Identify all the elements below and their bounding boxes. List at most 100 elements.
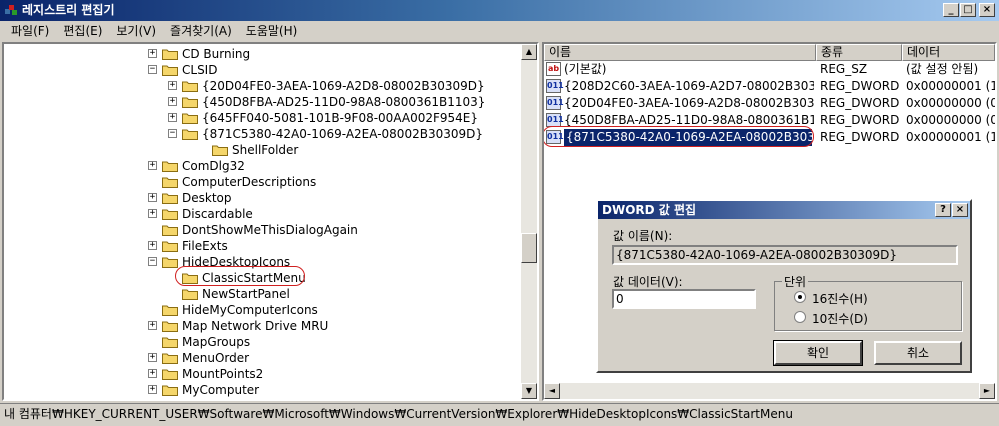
tree-node-label: {450D8FBA-AD25-11D0-98A8-0800361B1103} xyxy=(202,95,486,109)
menu-view[interactable]: 보기(V) xyxy=(109,21,163,41)
column-data[interactable]: 데이터 xyxy=(902,44,995,61)
value-type: REG_DWORD xyxy=(820,96,900,110)
tree-node[interactable]: DontShowMeThisDialogAgain xyxy=(4,222,519,238)
expand-icon[interactable]: + xyxy=(168,97,177,106)
expand-icon[interactable]: + xyxy=(148,321,157,330)
tree-node[interactable]: ComputerDescriptions xyxy=(4,174,519,190)
minimize-button[interactable]: _ xyxy=(943,3,959,17)
maximize-button[interactable]: □ xyxy=(960,3,976,17)
collapse-icon[interactable]: − xyxy=(148,257,157,266)
value-name: {20D04FE0-3AEA-1069-A2D8-08002B30309D} xyxy=(564,96,814,110)
binary-value-icon: 011 xyxy=(546,96,564,110)
cancel-button[interactable]: 취소 xyxy=(874,341,962,365)
scroll-right-button[interactable]: ► xyxy=(979,383,995,399)
value-name-field: {871C5380-42A0-1069-A2EA-08002B30309D} xyxy=(612,245,958,265)
tree-node[interactable]: + {450D8FBA-AD25-11D0-98A8-0800361B1103} xyxy=(4,94,519,110)
folder-icon xyxy=(162,225,178,236)
tree-node-label: {871C5380-42A0-1069-A2EA-08002B30309D} xyxy=(202,127,483,141)
close-button[interactable]: × xyxy=(979,3,995,17)
string-value-icon: ab xyxy=(546,62,561,76)
tree-node[interactable]: + MyComputer xyxy=(4,382,519,398)
value-data: (값 설정 안됨) xyxy=(906,62,979,76)
tree-node-label: DontShowMeThisDialogAgain xyxy=(182,223,358,237)
expand-icon[interactable]: + xyxy=(168,113,177,122)
tree-node[interactable]: + {645FF040-5081-101B-9F08-00AA002F954E} xyxy=(4,110,519,126)
column-type[interactable]: 종류 xyxy=(816,44,902,61)
expand-icon[interactable]: + xyxy=(148,385,157,394)
tree-node[interactable]: + Map Network Drive MRU xyxy=(4,318,519,334)
binary-value-icon: 011 xyxy=(546,113,564,127)
tree-node[interactable]: − {871C5380-42A0-1069-A2EA-08002B30309D} xyxy=(4,126,519,142)
tree-node[interactable]: + Discardable xyxy=(4,206,519,222)
dialog-close-button[interactable]: × xyxy=(952,203,968,217)
tree-node[interactable]: − CLSID xyxy=(4,62,519,78)
tree-node[interactable]: + FileExts xyxy=(4,238,519,254)
tree-node[interactable]: + MenuOrder xyxy=(4,350,519,366)
folder-icon xyxy=(162,337,178,348)
tree-node-label: ShellFolder xyxy=(232,143,299,157)
tree-node[interactable]: + CD Burning xyxy=(4,46,519,62)
expand-icon[interactable]: + xyxy=(148,193,157,202)
scroll-down-button[interactable]: ▼ xyxy=(521,383,537,399)
expand-icon[interactable]: + xyxy=(148,241,157,250)
collapse-icon[interactable]: − xyxy=(148,65,157,74)
folder-icon xyxy=(162,305,178,316)
menu-bar: 파일(F) 편집(E) 보기(V) 즐겨찾기(A) 도움말(H) xyxy=(0,21,999,41)
collapse-icon[interactable]: − xyxy=(168,129,177,138)
tree-node-label: {20D04FE0-3AEA-1069-A2D8-08002B30309D} xyxy=(202,79,485,93)
folder-icon xyxy=(162,49,178,60)
tree-node-label: {645FF040-5081-101B-9F08-00AA002F954E} xyxy=(202,111,478,125)
tree-node[interactable]: MapGroups xyxy=(4,334,519,350)
tree-node-label: MountPoints2 xyxy=(182,367,264,381)
tree-node[interactable]: ShellFolder xyxy=(4,142,519,158)
tree-node-label: MenuOrder xyxy=(182,351,250,365)
folder-icon xyxy=(162,321,178,332)
folder-icon xyxy=(182,113,198,124)
expand-icon[interactable]: + xyxy=(148,209,157,218)
tree-node-label: HideMyComputerIcons xyxy=(182,303,318,317)
value-type: REG_DWORD xyxy=(820,113,900,127)
expand-icon[interactable]: + xyxy=(168,81,177,90)
folder-icon xyxy=(162,193,178,204)
folder-icon xyxy=(162,385,178,396)
hex-radio[interactable] xyxy=(794,291,806,303)
menu-help[interactable]: 도움말(H) xyxy=(239,21,305,41)
title-bar: 레지스트리 편집기 _ □ × xyxy=(0,0,999,21)
folder-icon xyxy=(182,129,198,140)
scroll-up-button[interactable]: ▲ xyxy=(521,44,537,60)
scroll-thumb[interactable] xyxy=(521,233,537,263)
ok-button[interactable]: 확인 xyxy=(773,340,863,366)
tree-node[interactable]: + Desktop xyxy=(4,190,519,206)
list-hscrollbar[interactable]: ◄ ► xyxy=(544,383,995,399)
menu-favorites[interactable]: 즐겨찾기(A) xyxy=(163,21,239,41)
dec-radio-label[interactable]: 10진수(D) xyxy=(812,310,868,327)
value-data-label: 값 데이터(V): xyxy=(613,275,683,289)
expand-icon[interactable]: + xyxy=(148,353,157,362)
tree-vscrollbar[interactable]: ▲ ▼ xyxy=(521,44,537,399)
dec-radio[interactable] xyxy=(794,311,806,323)
expand-icon[interactable]: + xyxy=(148,369,157,378)
expand-icon[interactable]: + xyxy=(148,49,157,58)
folder-icon xyxy=(162,177,178,188)
menu-file[interactable]: 파일(F) xyxy=(4,21,56,41)
column-name[interactable]: 이름 xyxy=(544,44,816,61)
registry-tree[interactable]: + CD Burning − CLSID + {20D04FE0-3AEA-1069-A2… xyxy=(2,42,539,401)
folder-icon xyxy=(162,353,178,364)
tree-node[interactable]: NewStartPanel xyxy=(4,286,519,302)
value-row[interactable]: 011{208D2C60-3AEA-1069-A2D7-08002B30309D… xyxy=(544,78,995,95)
value-row[interactable]: ab (기본값) REG_SZ (값 설정 안됨) xyxy=(544,61,995,78)
tree-node[interactable]: + ComDlg32 xyxy=(4,158,519,174)
scroll-left-button[interactable]: ◄ xyxy=(544,383,560,399)
value-data-input[interactable]: 0 xyxy=(612,289,756,309)
hex-radio-label[interactable]: 16진수(H) xyxy=(812,290,868,307)
tree-node[interactable]: + {20D04FE0-3AEA-1069-A2D8-08002B30309D} xyxy=(4,78,519,94)
value-name: (기본값) xyxy=(564,62,607,76)
menu-edit[interactable]: 편집(E) xyxy=(56,21,109,41)
tree-node[interactable]: HideMyComputerIcons xyxy=(4,302,519,318)
value-row[interactable]: 011{20D04FE0-3AEA-1069-A2D8-08002B30309D… xyxy=(544,95,995,112)
highlight-ring-tree xyxy=(175,266,305,286)
expand-icon[interactable]: + xyxy=(148,161,157,170)
dialog-title-bar: DWORD 값 편집 ? × xyxy=(598,201,970,219)
tree-node[interactable]: + MountPoints2 xyxy=(4,366,519,382)
dialog-help-button[interactable]: ? xyxy=(935,203,951,217)
